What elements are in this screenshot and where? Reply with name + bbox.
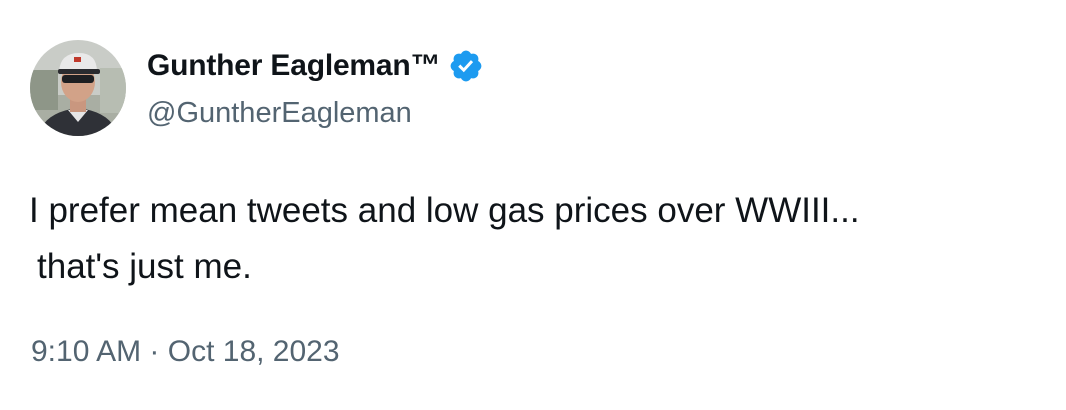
- tweet-card: Gunther Eagleman™ @GuntherEagleman I pre…: [0, 0, 1066, 410]
- tweet-date[interactable]: Oct 18, 2023: [168, 335, 340, 368]
- tweet-text: I prefer mean tweets and low gas prices …: [29, 183, 1039, 295]
- author-display-name[interactable]: Gunther Eagleman™: [147, 49, 441, 83]
- avatar[interactable]: [30, 40, 126, 136]
- author-name-row: Gunther Eagleman™: [147, 46, 484, 86]
- verified-badge-icon: [448, 48, 484, 84]
- tweet-timestamp: 9:10 AM · Oct 18, 2023: [31, 335, 340, 369]
- tweet-time[interactable]: 9:10 AM: [31, 335, 141, 368]
- avatar-photo: [30, 40, 126, 136]
- meta-separator: ·: [149, 335, 160, 368]
- author-handle[interactable]: @GuntherEagleman: [147, 97, 412, 130]
- tweet-text-line-1: I prefer mean tweets and low gas prices …: [29, 191, 860, 230]
- tweet-text-line-2: that's just me.: [37, 247, 252, 286]
